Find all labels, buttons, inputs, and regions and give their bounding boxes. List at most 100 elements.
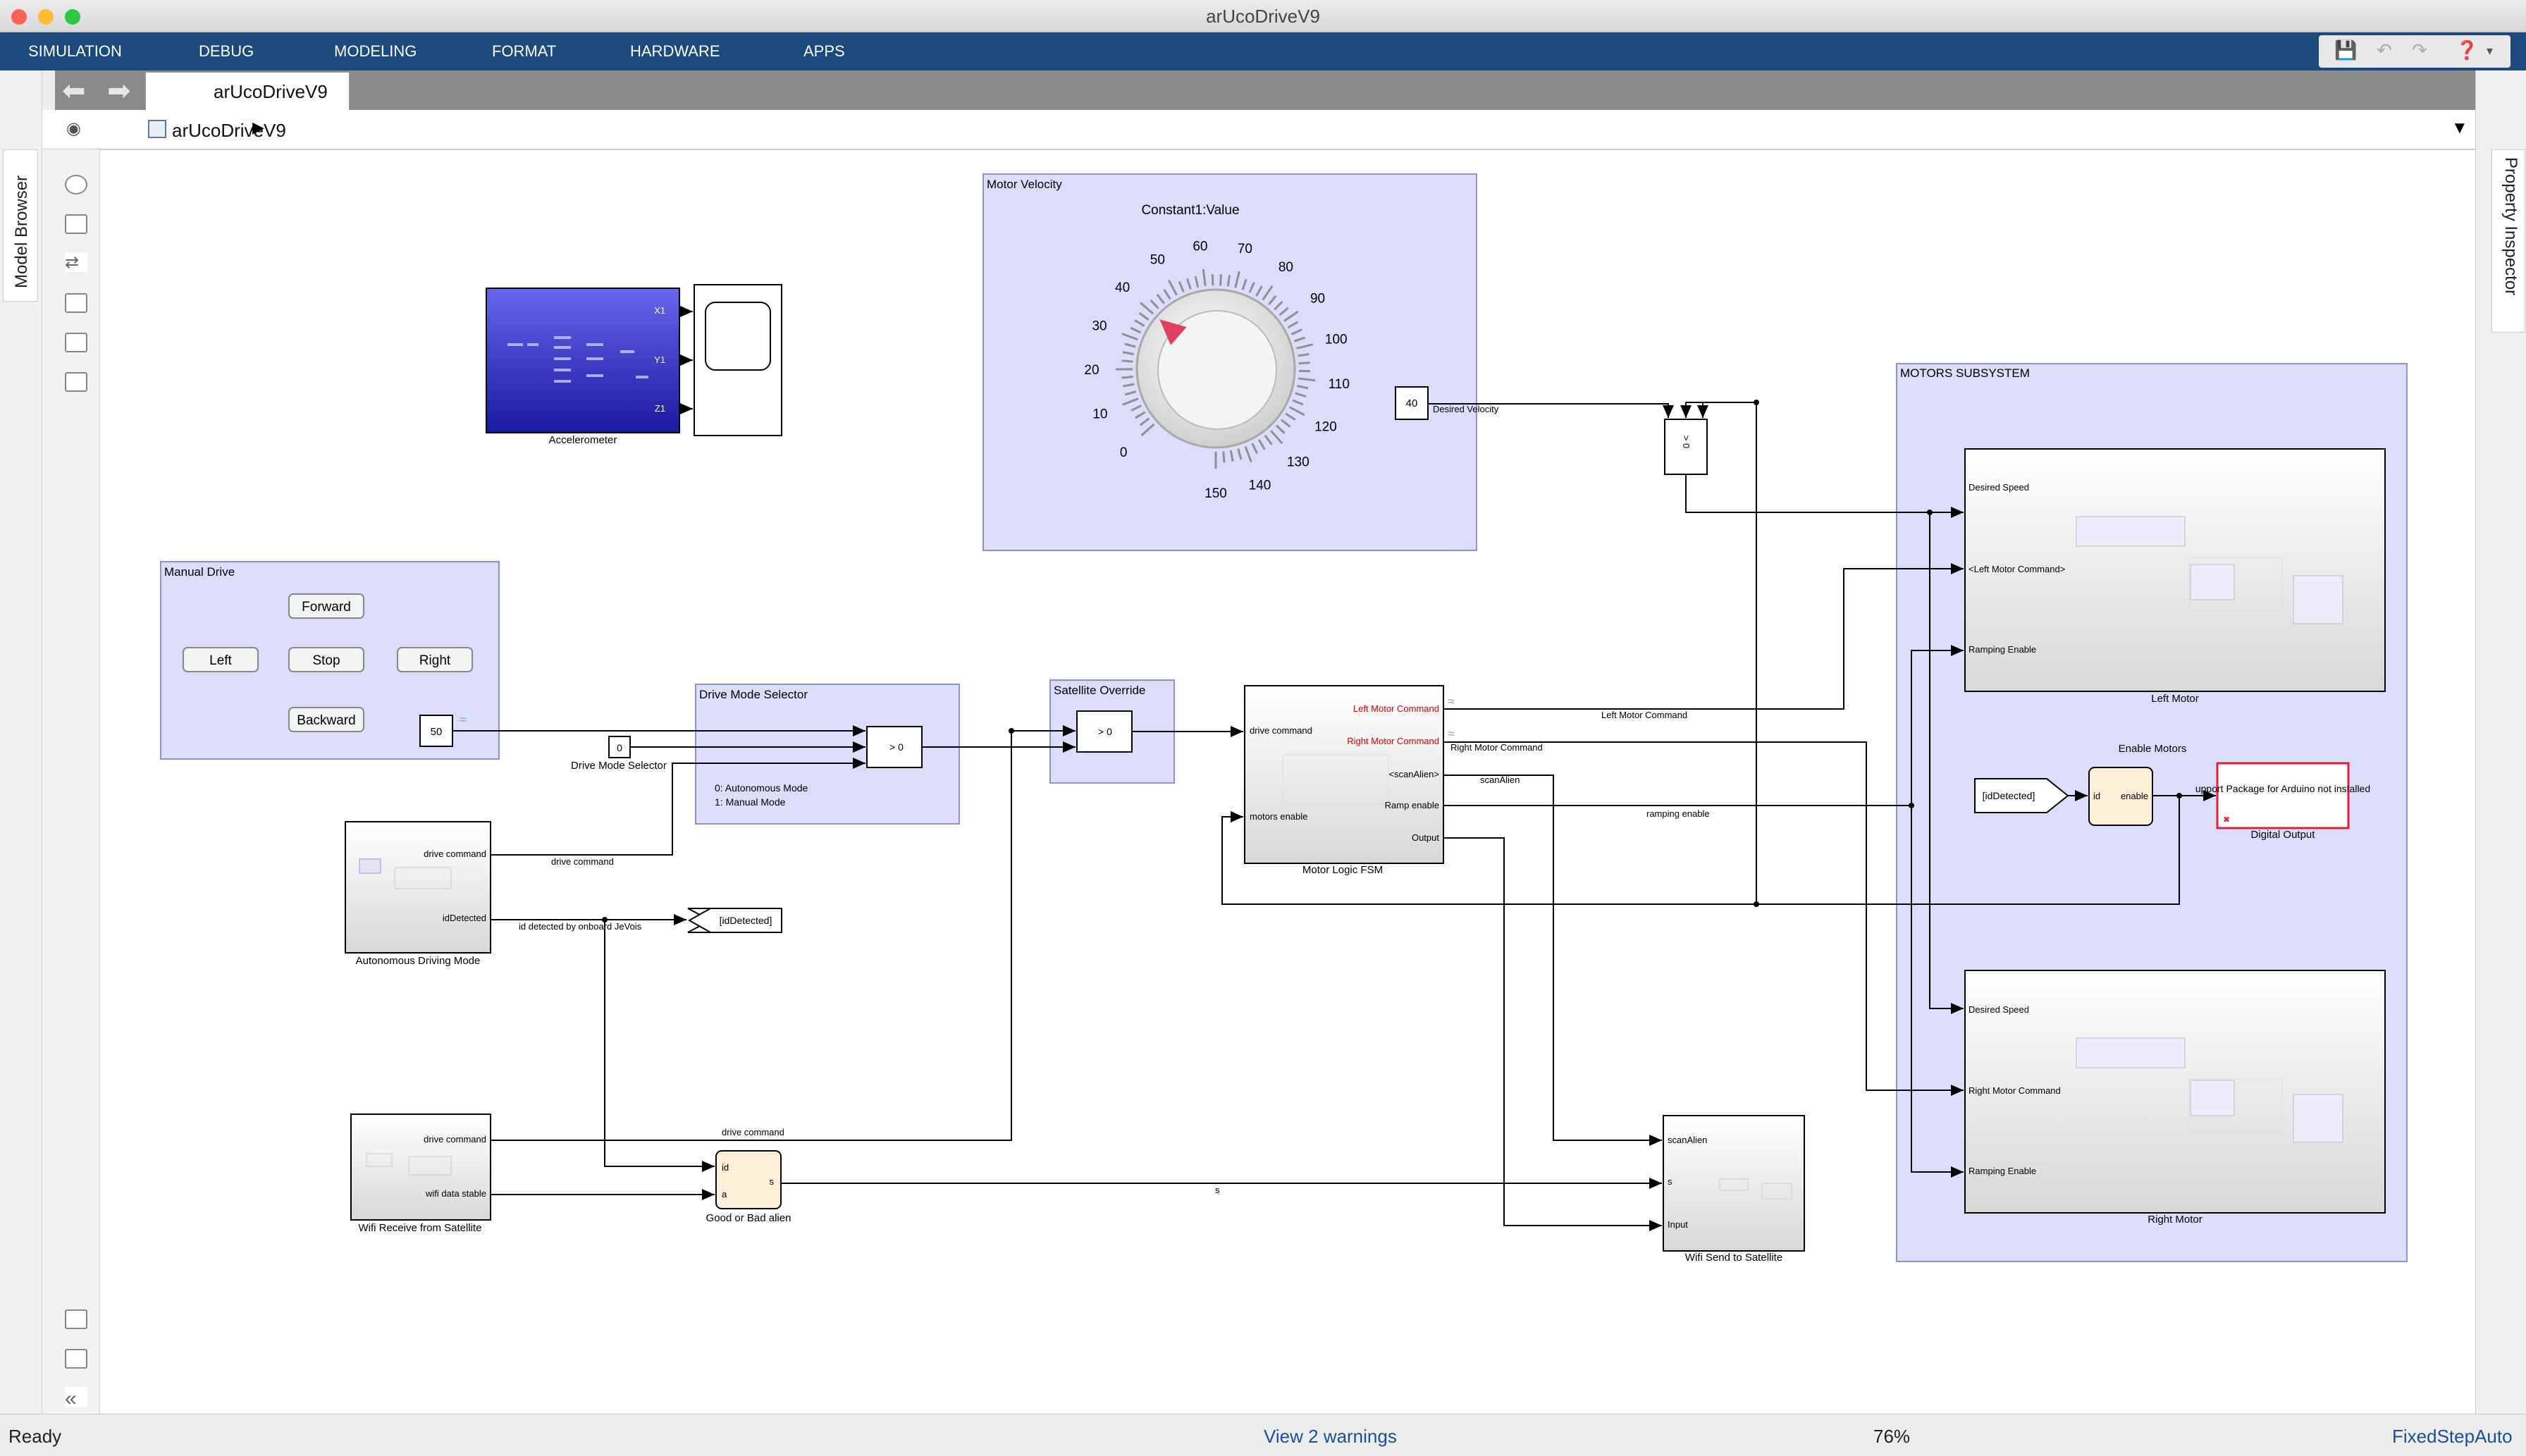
wifi-receive-label: Wifi Receive from Satellite (358, 1222, 481, 1234)
wifi-send-block[interactable]: scanAlien s Input Wifi Send to Satellite (1663, 1115, 1805, 1264)
left-button[interactable]: Left (183, 647, 259, 672)
collapse-palette-icon[interactable]: « (65, 1387, 87, 1410)
id-detected-from[interactable]: [idDetected] (1974, 778, 2069, 813)
signal-ramp: ramping enable (1646, 808, 1710, 819)
screenshot-icon[interactable] (65, 1309, 87, 1329)
left-wireless-icon: ≈ (1448, 694, 1455, 708)
knob-scale-label: 70 (1238, 242, 1252, 257)
breadcrumb: ◉ arUcoDriveV9 ▶ ▼ (42, 110, 2475, 149)
menu-apps[interactable]: APPS (803, 42, 845, 61)
good-bad-port-id: id (722, 1162, 729, 1173)
id-detected-goto[interactable]: [idDetected] (687, 908, 782, 933)
good-bad-port-a: a (722, 1189, 727, 1199)
model-canvas[interactable]: Motor Velocity Manual Drive Drive Mode S… (100, 149, 2475, 1414)
save-icon[interactable]: 💾 (2334, 39, 2357, 61)
redo-icon[interactable]: ↷ (2412, 39, 2427, 61)
right-motor-label: Right Motor (2148, 1214, 2202, 1226)
knob-label: Constant1:Value (1141, 203, 1239, 218)
manual-drive-constant[interactable]: 50 (419, 715, 453, 747)
annotation-icon[interactable] (65, 293, 87, 313)
satellite-override-title: Satellite Override (1054, 684, 1145, 697)
image-icon[interactable] (65, 333, 87, 352)
explorer-dropdown-icon[interactable]: ▼ (2451, 118, 2468, 138)
motor-logic-fsm-block[interactable]: drive command motors enable Left Motor C… (1244, 685, 1444, 876)
route-lines-icon[interactable]: ⇄ (65, 252, 87, 272)
drive-mode-switch[interactable]: > 0 (866, 726, 923, 768)
autonomous-mode-note: 0: Autonomous Mode (715, 782, 808, 794)
breadcrumb-model[interactable]: arUcoDriveV9 (172, 120, 286, 142)
wifi-send-port-scan: scanAlien (1668, 1135, 1707, 1145)
menu-debug[interactable]: DEBUG (199, 42, 254, 61)
svg-text:> 0: > 0 (1681, 436, 1692, 448)
hide-browser-icon[interactable]: ◉ (66, 118, 81, 139)
backward-button[interactable]: Backward (288, 707, 364, 732)
menu-modeling[interactable]: MODELING (334, 42, 417, 61)
desired-velocity-constant[interactable]: 40 (1395, 386, 1429, 420)
undo-icon[interactable]: ↶ (2377, 39, 2392, 61)
solver-link[interactable]: FixedStepAuto (2392, 1426, 2513, 1448)
zoom-level: 76% (1873, 1426, 1911, 1447)
wifi-receive-port-drive: drive command (424, 1134, 486, 1145)
help-icon[interactable]: ❓ (2456, 39, 2478, 61)
id-goto-tag: [idDetected] (720, 915, 772, 926)
back-arrow-icon[interactable]: ⬅ (62, 75, 86, 107)
fsm-out-ramp: Ramp enable (1385, 800, 1439, 810)
digital-output-block[interactable]: upport Package for Arduino not installed… (2195, 762, 2370, 841)
knob-scale-label: 130 (1287, 455, 1310, 470)
drive-mode-switch-label: > 0 (889, 741, 904, 753)
enable-motors-block[interactable]: id enable (2088, 767, 2153, 826)
satellite-switch-label: > 0 (1098, 726, 1112, 737)
model-browser-tab[interactable]: Model Browser (3, 149, 38, 302)
stop-button[interactable]: Stop (288, 647, 364, 672)
digital-output-error: upport Package for Arduino not installed (2195, 783, 2370, 794)
menu-simulation[interactable]: SIMULATION (28, 42, 122, 61)
knob-tick (1121, 376, 1133, 379)
wifi-send-port-input: Input (1668, 1219, 1688, 1230)
fsm-out-left: Left Motor Command (1353, 703, 1439, 714)
area-icon[interactable] (65, 372, 87, 392)
enable-port-id: id (2093, 791, 2100, 801)
model-info-icon[interactable] (65, 1349, 87, 1369)
fsm-label: Motor Logic FSM (1302, 864, 1383, 876)
signal-id-detected: id detected by onboard JeVois (519, 921, 642, 932)
velocity-switch[interactable]: > 0 (1664, 419, 1708, 475)
satellite-switch[interactable]: > 0 (1076, 710, 1133, 753)
accelerometer-block[interactable]: X1 Y1 Z1 Accelerometer (486, 288, 680, 446)
property-inspector-tab[interactable]: Property Inspector (2491, 149, 2525, 333)
zoom-icon[interactable] (65, 175, 87, 195)
right-button[interactable]: Right (397, 647, 473, 672)
enable-motors-title: Enable Motors (2119, 743, 2187, 755)
fit-to-view-icon[interactable] (65, 214, 87, 234)
left-motor-block[interactable]: Desired Speed <Left Motor Command> Rampi… (1964, 448, 2386, 705)
title-bar: arUcoDriveV9 (0, 0, 2526, 32)
wifi-send-port-s: s (1668, 1176, 1672, 1187)
fsm-in-enable: motors enable (1250, 811, 1307, 822)
stop-label: Stop (312, 653, 340, 668)
wifi-receive-block[interactable]: drive command wifi data stable Wifi Rece… (350, 1113, 491, 1234)
good-bad-alien-block[interactable]: id a s Good or Bad alien (706, 1150, 791, 1224)
view-warnings-link[interactable]: View 2 warnings (1264, 1426, 1397, 1448)
forward-arrow-icon[interactable]: ➡ (107, 75, 131, 107)
drive-mode-constant[interactable]: 0 (608, 736, 631, 758)
signal-right-cmd: Right Motor Command (1450, 742, 1543, 753)
knob-scale-label: 0 (1120, 445, 1128, 460)
forward-button[interactable]: Forward (288, 593, 364, 619)
desired-velocity-value: 40 (1406, 397, 1418, 409)
fsm-out-scan: <scanAlien> (1388, 769, 1439, 779)
signal-drive-command: drive command (551, 856, 614, 867)
editor-tab-bar: ⬅ ➡ ⬆ (55, 70, 2475, 110)
help-dropdown-icon[interactable]: ▾ (2487, 44, 2493, 58)
autonomous-driving-block[interactable]: drive command idDetected Autonomous Driv… (345, 821, 491, 967)
status-bar: Ready View 2 warnings 76% FixedStepAuto (0, 1414, 2526, 1456)
scope-block[interactable] (694, 284, 782, 436)
knob-scale-label: 150 (1205, 486, 1227, 501)
model-tab[interactable]: arUcoDriveV9 (145, 72, 350, 110)
menu-format[interactable]: FORMAT (492, 42, 556, 61)
menu-hardware[interactable]: HARDWARE (630, 42, 720, 61)
right-motor-block[interactable]: Desired Speed Right Motor Command Rampin… (1964, 970, 2386, 1226)
breadcrumb-arrow-icon[interactable]: ▶ (252, 118, 264, 137)
autonomous-port-drive: drive command (424, 849, 486, 859)
id-from-tag: [idDetected] (1983, 790, 2035, 801)
wifi-receive-port-stable: wifi data stable (425, 1188, 486, 1199)
autonomous-label: Autonomous Driving Mode (356, 955, 481, 967)
